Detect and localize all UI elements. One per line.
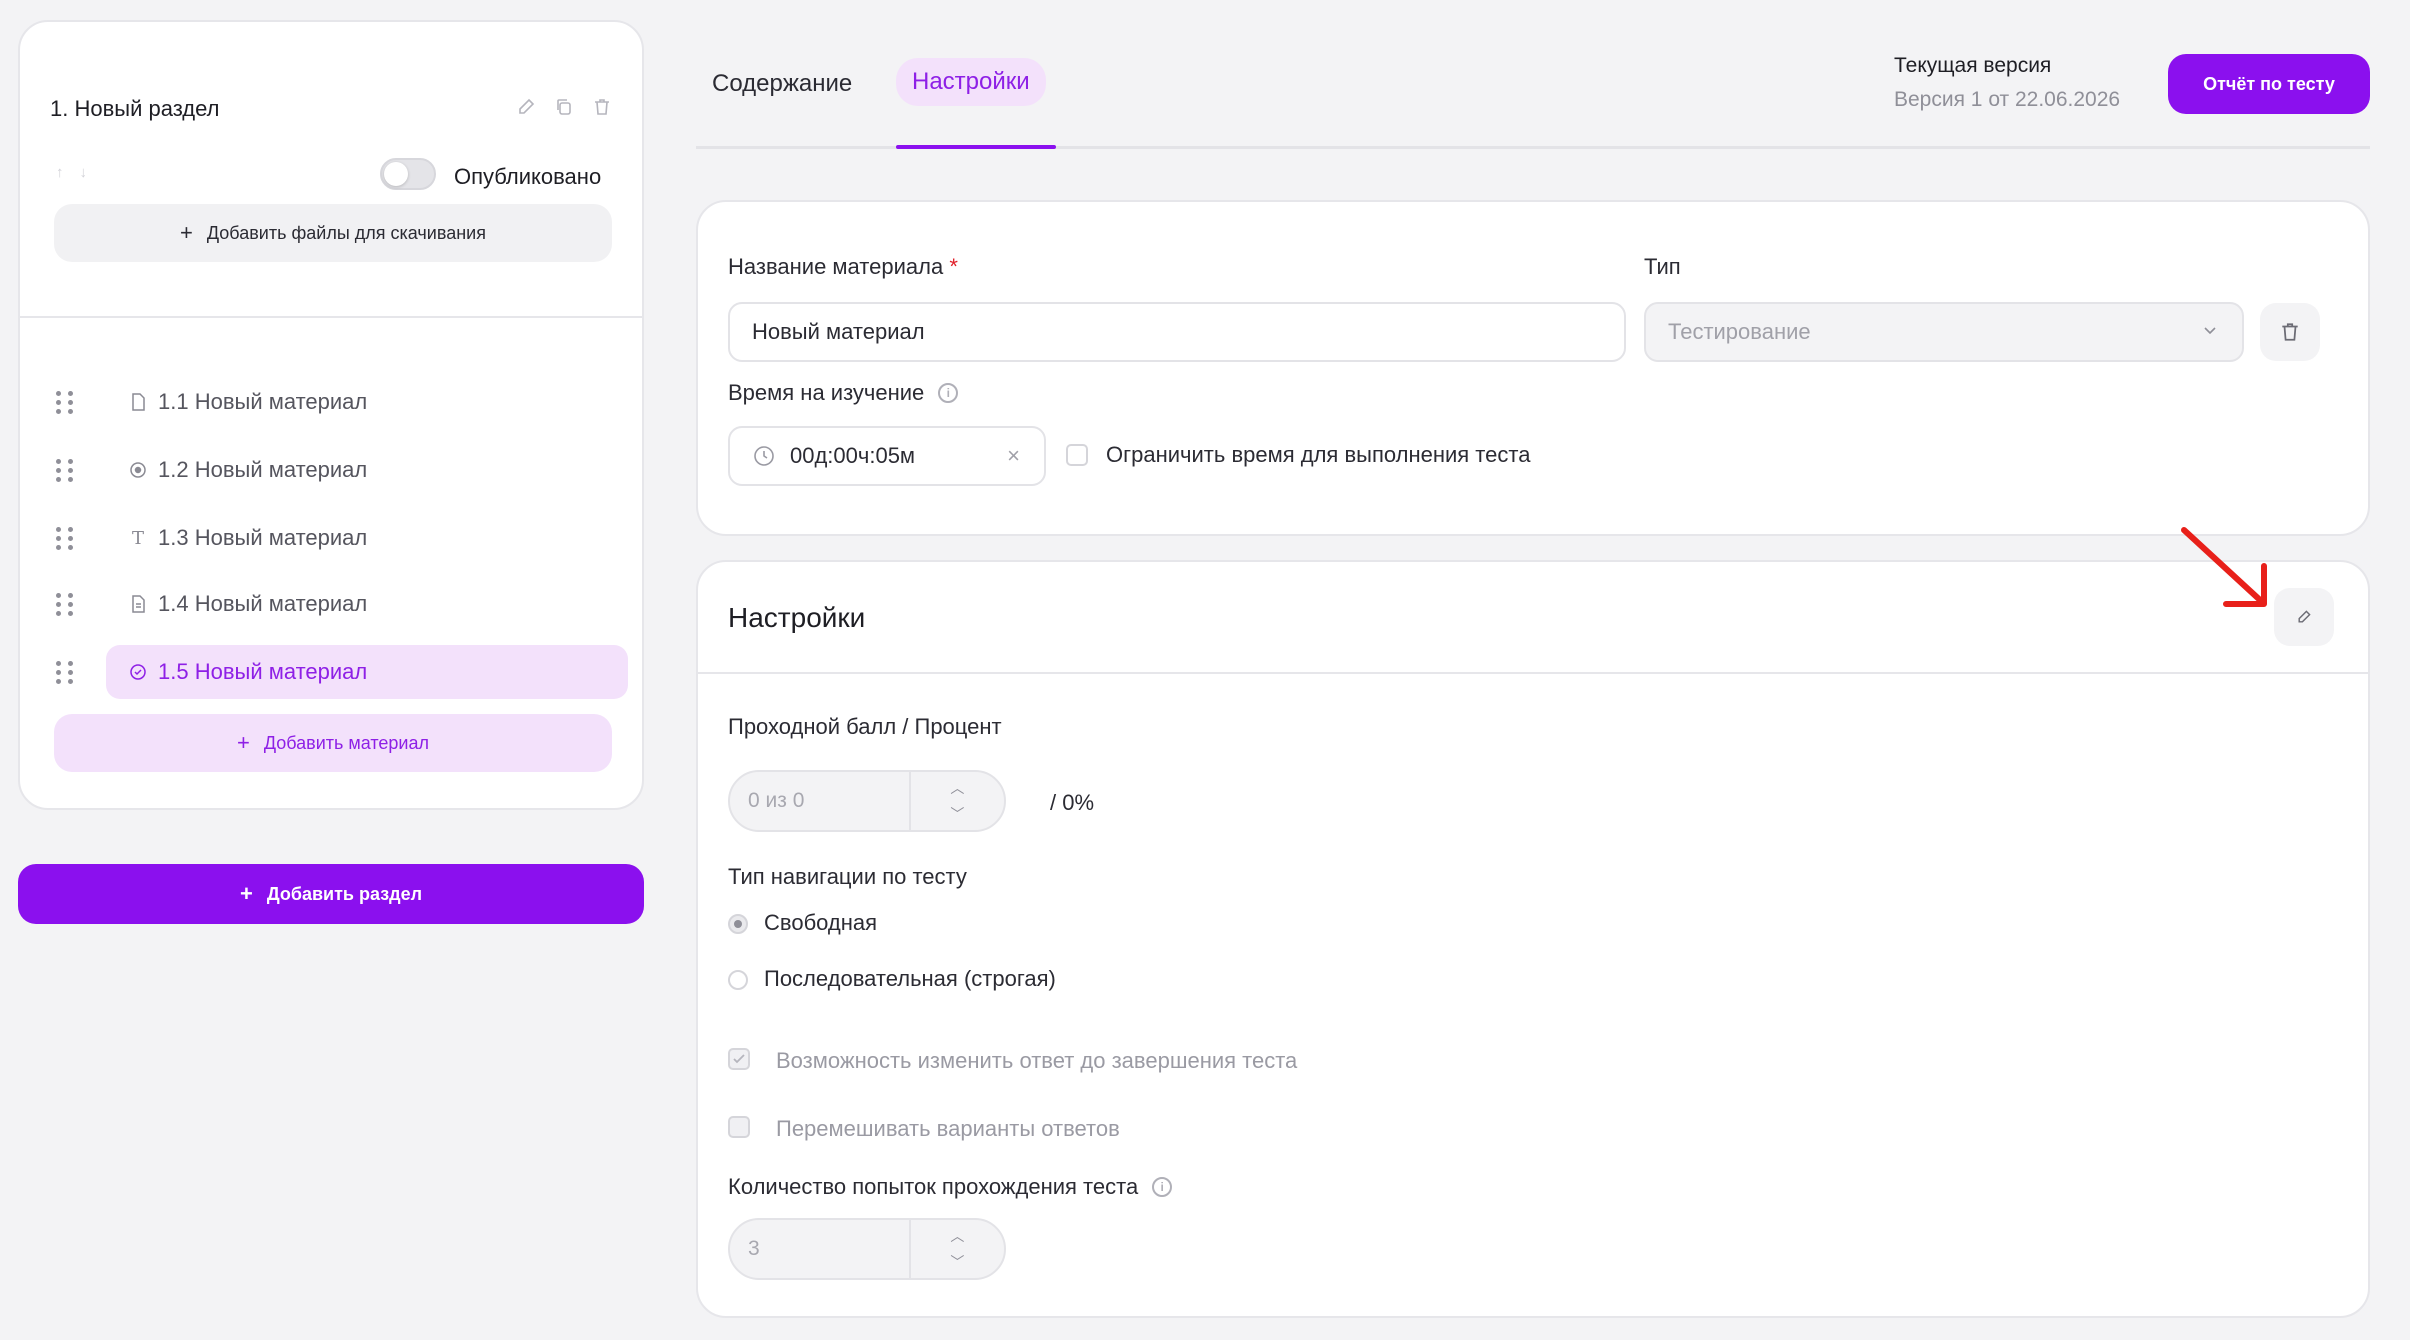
divider — [20, 316, 642, 318]
text-icon: T — [131, 527, 144, 549]
add-section-button[interactable]: + Добавить раздел — [18, 864, 644, 924]
video-icon — [128, 460, 148, 480]
pass-score-label: Проходной балл / Процент — [728, 714, 1002, 739]
decrement-icon[interactable]: ﹀ — [950, 804, 964, 824]
time-label: Время на изучение i — [728, 380, 959, 406]
report-button[interactable]: Отчёт по тесту — [2168, 54, 2370, 114]
add-material-label: Добавить материал — [263, 732, 430, 753]
material-label: 1.3 Новый материал — [158, 525, 368, 550]
pass-percent: / 0% — [1050, 790, 1095, 815]
arrow-up-icon[interactable]: ↑ — [56, 164, 64, 181]
decrement-icon[interactable]: ﹀ — [950, 1252, 964, 1272]
section-actions — [516, 96, 612, 118]
document-icon — [128, 594, 148, 614]
material-item-3[interactable]: T 1.3 Новый материал — [56, 510, 628, 566]
clear-icon[interactable]: × — [1007, 443, 1020, 469]
material-label: 1.5 Новый материал — [158, 659, 368, 684]
copy-icon[interactable] — [554, 96, 574, 118]
trash-icon — [2282, 323, 2298, 341]
edit-icon — [2298, 610, 2311, 623]
add-section-label: Добавить раздел — [266, 883, 423, 904]
limit-time-label: Ограничить время для выполнения теста — [1106, 442, 1531, 467]
material-item-2[interactable]: 1.2 Новый материал — [56, 442, 628, 498]
section-title: 1. Новый раздел — [50, 96, 220, 121]
attempts-value: 3 — [748, 1237, 760, 1260]
settings-card: Настройки Проходной балл / Процент 0 из … — [696, 560, 2370, 1318]
type-value: Тестирование — [1668, 319, 1811, 344]
material-item-1[interactable]: 1.1 Новый материал — [56, 374, 628, 430]
drag-handle-icon[interactable] — [56, 387, 76, 417]
time-value: 00д:00ч:05м — [790, 443, 916, 468]
material-label: 1.2 Новый материал — [158, 457, 368, 482]
material-card: Название материала * Новый материал Тип … — [696, 200, 2370, 536]
material-item-4[interactable]: 1.4 Новый материал — [56, 576, 628, 632]
type-select[interactable]: Тестирование — [1644, 302, 2244, 362]
pass-score-value: 0 из 0 — [748, 789, 805, 812]
plus-icon: + — [239, 881, 253, 906]
version-label: Текущая версия — [1894, 54, 2052, 77]
section-card: 1. Новый раздел ↑ ↓ Опубликовано + Добав… — [18, 20, 644, 810]
nav-sequential-radio[interactable] — [728, 970, 748, 990]
nav-type-label: Тип навигации по тесту — [728, 864, 967, 889]
add-material-button[interactable]: + Добавить материал — [54, 714, 612, 772]
version-value: Версия 1 от 22.06.2026 — [1894, 88, 2121, 111]
settings-title: Настройки — [728, 602, 866, 633]
plus-icon: + — [180, 220, 193, 245]
time-input[interactable]: 00д:00ч:05м × — [728, 426, 1046, 486]
plus-icon: + — [236, 730, 250, 755]
tab-settings[interactable]: Настройки — [896, 58, 1046, 106]
shuffle-label: Перемешивать варианты ответов — [776, 1116, 1120, 1141]
nav-sequential-label: Последовательная (строгая) — [764, 966, 1056, 991]
active-tab-indicator — [896, 145, 1056, 149]
trash-icon[interactable] — [592, 96, 612, 118]
attempts-stepper[interactable]: 3 ︿ ﹀ — [728, 1218, 1006, 1280]
test-check-icon — [128, 662, 148, 682]
annotation-arrow-icon — [2181, 527, 2267, 607]
increment-icon[interactable]: ︿ — [950, 778, 964, 798]
material-label: 1.4 Новый материал — [158, 591, 368, 616]
increment-icon[interactable]: ︿ — [950, 1226, 964, 1246]
drag-handle-icon[interactable] — [56, 657, 76, 687]
attempts-label: Количество попыток прохождения теста i — [728, 1174, 1173, 1200]
edit-icon[interactable] — [516, 96, 536, 118]
info-icon[interactable]: i — [1152, 1177, 1173, 1197]
name-label: Название материала * — [728, 254, 958, 279]
add-files-button[interactable]: + Добавить файлы для скачивания — [54, 204, 612, 262]
material-label: 1.1 Новый материал — [158, 389, 368, 414]
nav-free-radio[interactable] — [728, 914, 748, 934]
limit-time-checkbox[interactable] — [1066, 444, 1088, 466]
type-label: Тип — [1644, 254, 1681, 279]
clock-icon — [754, 446, 774, 466]
reorder-arrows: ↑ ↓ — [56, 164, 87, 181]
tab-content[interactable]: Содержание — [696, 60, 868, 108]
file-icon — [128, 392, 148, 412]
drag-handle-icon[interactable] — [56, 523, 76, 553]
edit-settings-button[interactable] — [2274, 588, 2334, 646]
published-toggle[interactable] — [380, 158, 436, 190]
arrow-down-icon[interactable]: ↓ — [80, 164, 88, 181]
name-input[interactable]: Новый материал — [728, 302, 1626, 362]
check-icon — [733, 1054, 745, 1064]
change-answer-checkbox[interactable] — [728, 1048, 750, 1070]
chevron-down-icon — [2204, 327, 2216, 335]
drag-handle-icon[interactable] — [56, 589, 76, 619]
add-files-label: Добавить файлы для скачивания — [206, 222, 486, 243]
divider — [698, 672, 2368, 674]
pass-score-stepper[interactable]: 0 из 0 ︿ ﹀ — [728, 770, 1006, 832]
published-label: Опубликовано — [454, 164, 602, 189]
shuffle-checkbox[interactable] — [728, 1116, 750, 1138]
info-icon[interactable]: i — [938, 383, 959, 403]
change-answer-label: Возможность изменить ответ до завершения… — [776, 1048, 1298, 1073]
nav-free-label: Свободная — [764, 910, 878, 935]
delete-material-button[interactable] — [2260, 303, 2320, 361]
drag-handle-icon[interactable] — [56, 455, 76, 485]
material-item-5[interactable]: 1.5 Новый материал — [56, 644, 628, 700]
